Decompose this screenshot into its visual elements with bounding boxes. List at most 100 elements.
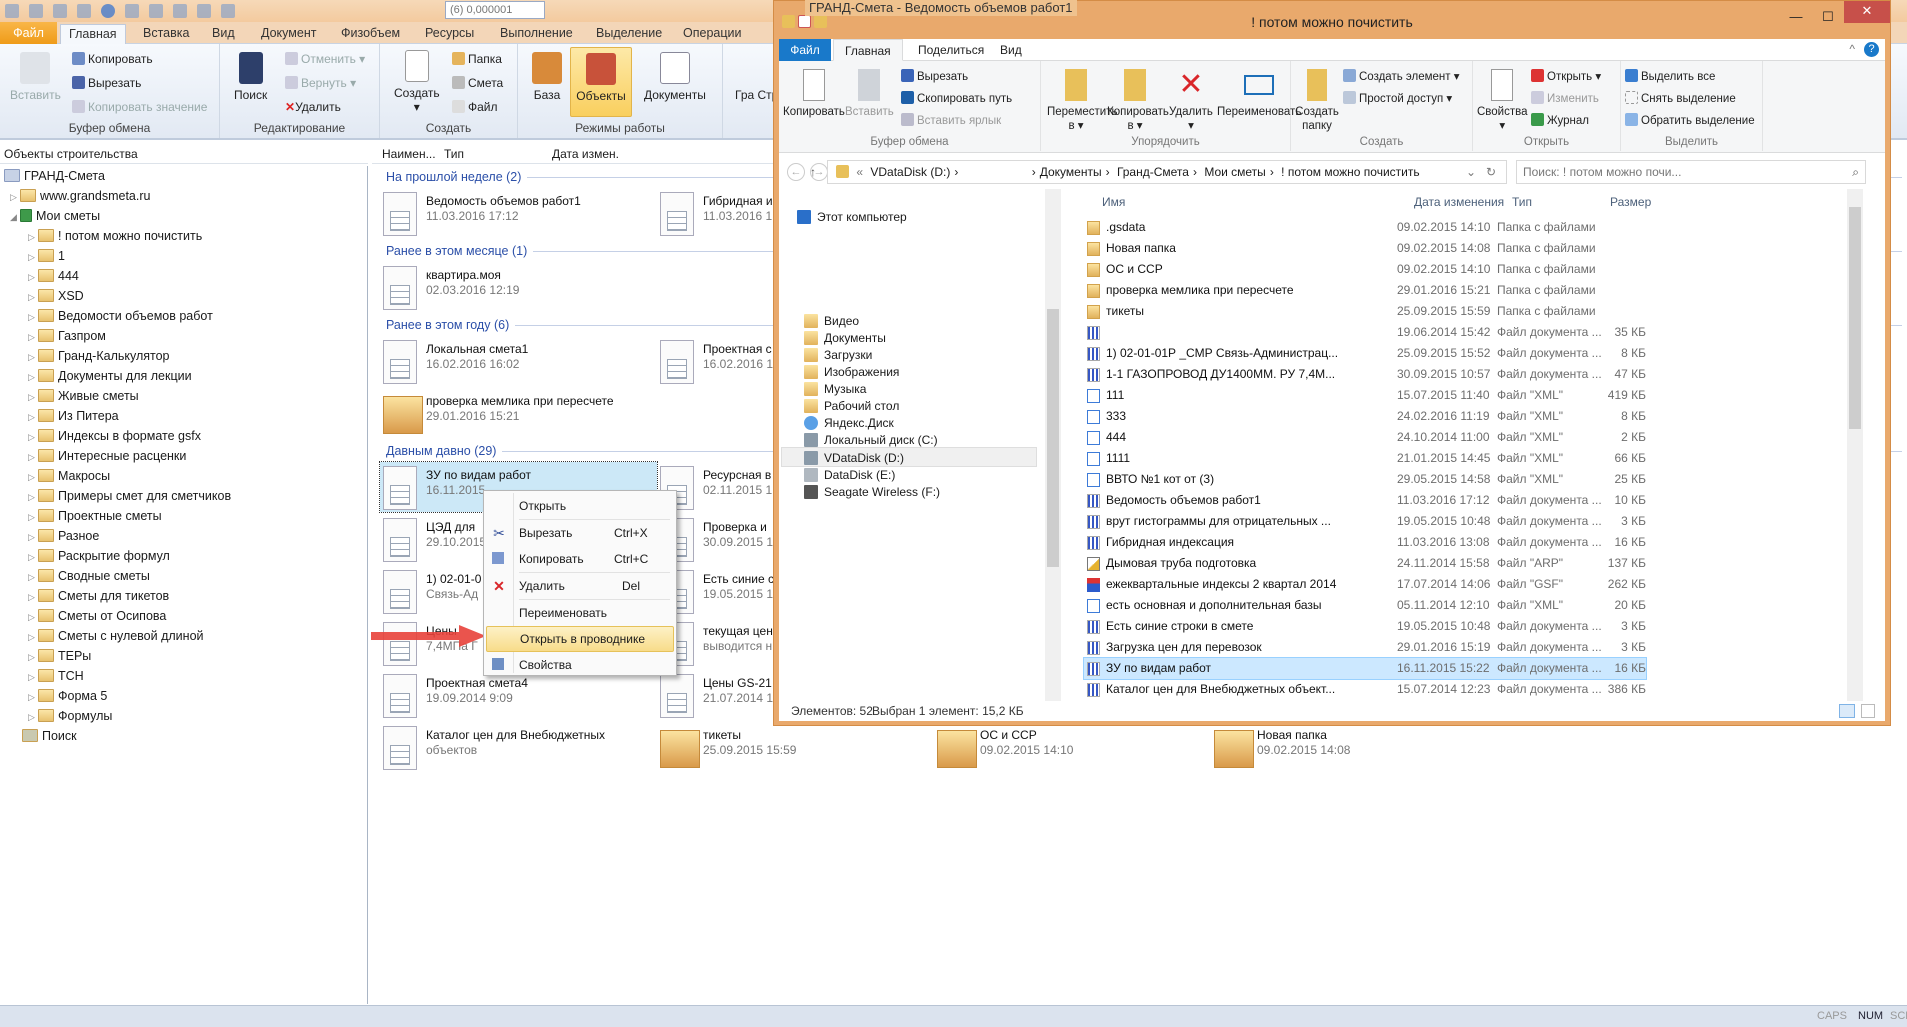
file-list-scroll-thumb[interactable]: [1849, 207, 1861, 429]
expand-icon[interactable]: ▷: [28, 707, 38, 727]
partial-ribbon-button[interactable]: Гра Строй: [735, 88, 775, 102]
document-item[interactable]: квартира.моя 02.03.2016 12:19: [380, 262, 657, 312]
document-item[interactable]: тикеты 25.09.2015 15:59: [657, 722, 934, 772]
expand-icon[interactable]: ▷: [28, 307, 38, 327]
redo-icon[interactable]: [77, 4, 91, 18]
menu-delete[interactable]: ✕ Удалить Del: [486, 573, 674, 599]
file-row[interactable]: Загрузка цен для перевозок 29.01.2016 15…: [1084, 637, 1646, 658]
tab-share[interactable]: Поделиться: [907, 39, 995, 61]
document-item[interactable]: проверка мемлика при пересчете 29.01.2016…: [380, 388, 657, 438]
expand-icon[interactable]: ▷: [28, 527, 38, 547]
print-icon[interactable]: [221, 4, 235, 18]
file-row[interactable]: 1111 21.01.2015 14:45 Файл "XML" 66 КБ: [1084, 448, 1646, 469]
tree-item[interactable]: ▷ Макросы: [0, 466, 367, 486]
menu-cut[interactable]: ✂ Вырезать Ctrl+X: [486, 520, 674, 546]
tree-item[interactable]: ▷ Документы для лекции: [0, 366, 367, 386]
expand-icon[interactable]: ▷: [28, 647, 38, 667]
file-row[interactable]: ОС и ССР 09.02.2015 14:10 Папка с файлам…: [1084, 259, 1646, 280]
minimize-button[interactable]: —: [1780, 7, 1812, 29]
tab-file[interactable]: Файл: [0, 22, 57, 44]
tab-insert[interactable]: Вставка: [135, 24, 197, 44]
tree-item-my-estimates[interactable]: ◢ Мои сметы: [0, 206, 367, 226]
search-icon[interactable]: ⌕: [1852, 161, 1859, 183]
select-none-button[interactable]: Снять выделение: [1625, 91, 1736, 105]
tree-root[interactable]: ГРАНД-Смета: [0, 166, 367, 186]
document-item[interactable]: ОС и ССР 09.02.2015 14:10: [934, 722, 1211, 772]
menu-open-in-explorer[interactable]: Открыть в проводнике: [486, 626, 674, 652]
undo-button[interactable]: Отменить ▾: [285, 52, 365, 66]
close-button[interactable]: ✕: [1844, 1, 1890, 23]
tree-item[interactable]: ▷ ТСН: [0, 666, 367, 686]
up-icon[interactable]: ↑: [810, 161, 816, 183]
address-bar[interactable]: ↑ « VDataDisk (D:) › › Документы › Гранд-См…: [810, 160, 1507, 184]
undo-icon[interactable]: [53, 4, 67, 18]
tree-item[interactable]: ▷ Сводные сметы: [0, 566, 367, 586]
edit-button[interactable]: Изменить: [1531, 91, 1599, 105]
expand-icon[interactable]: ▷: [28, 587, 38, 607]
move-to-button[interactable]: Переместить в ▾: [1047, 69, 1117, 133]
expand-icon[interactable]: ▷: [28, 627, 38, 647]
rename-button[interactable]: Переименовать: [1217, 69, 1301, 119]
tree-item-search[interactable]: Поиск: [0, 726, 367, 746]
document-item[interactable]: Каталог цен для Внебюджетных объектов: [380, 722, 657, 772]
file-row[interactable]: ВВТО №1 кот от (3) 29.05.2015 14:58 Файл…: [1084, 469, 1646, 490]
copy-icon[interactable]: [149, 4, 163, 18]
file-row[interactable]: врут гистограммы для отрицательных ... 1…: [1084, 511, 1646, 532]
precision-combo[interactable]: (6) 0,000001: [445, 1, 545, 19]
tab-home[interactable]: Главная: [833, 39, 903, 61]
breadcrumb-documents[interactable]: Документы: [1040, 165, 1102, 179]
new-estimate-button[interactable]: Смета: [452, 76, 503, 90]
breadcrumb-grand-smeta[interactable]: Гранд-Смета: [1117, 165, 1189, 179]
expand-icon[interactable]: ▷: [28, 547, 38, 567]
file-row[interactable]: Каталог цен для Внебюджетных объект... 1…: [1084, 679, 1646, 700]
tree-item[interactable]: ▷ XSD: [0, 286, 367, 306]
tree-item[interactable]: ▷ Интересные расценки: [0, 446, 367, 466]
file-row[interactable]: 1-1 ГАЗОПРОВОД ДУ1400ММ. РУ 7,4М... 30.0…: [1084, 364, 1646, 385]
file-row[interactable]: Есть синие строки в смете 19.05.2015 10:…: [1084, 616, 1646, 637]
new-folder-button[interactable]: Папка: [452, 52, 502, 66]
breadcrumb-my-estimates[interactable]: Мои сметы: [1204, 165, 1266, 179]
back-icon[interactable]: [101, 4, 115, 18]
menu-copy[interactable]: Копировать Ctrl+C: [486, 546, 674, 572]
tree-item[interactable]: ▷ Раскрытие формул: [0, 546, 367, 566]
expand-icon[interactable]: ▷: [28, 427, 38, 447]
file-row[interactable]: .gsdata 09.02.2015 14:10 Папка с файлами: [1084, 217, 1646, 238]
column-size[interactable]: Размер: [1610, 195, 1651, 209]
documents-button[interactable]: Документы: [644, 52, 706, 102]
maximize-button[interactable]: ☐: [1812, 7, 1844, 29]
tree-item[interactable]: ▷ Индексы в формате gsfx: [0, 426, 367, 446]
properties-button[interactable]: Свойства ▾: [1477, 69, 1528, 133]
tree-item[interactable]: ▷ ТЕРы: [0, 646, 367, 666]
nav-this-pc[interactable]: Этот компьютер: [797, 207, 907, 227]
search-icon[interactable]: [197, 4, 211, 18]
cut-button[interactable]: Вырезать: [901, 69, 968, 83]
file-row[interactable]: Дымовая труба подготовка 24.11.2014 15:5…: [1084, 553, 1646, 574]
document-item[interactable]: Локальная смета1 16.02.2016 16:02: [380, 336, 657, 386]
file-row[interactable]: 111 15.07.2015 11:40 Файл "XML" 419 КБ: [1084, 385, 1646, 406]
file-row[interactable]: есть основная и дополнительная базы 05.1…: [1084, 595, 1646, 616]
tree-item[interactable]: ▷ Сметы с нулевой длиной: [0, 626, 367, 646]
menu-properties[interactable]: Свойства: [486, 652, 674, 678]
search-button[interactable]: Поиск: [234, 52, 267, 102]
base-button[interactable]: База: [532, 52, 562, 102]
paste-shortcut-button[interactable]: Вставить ярлык: [901, 113, 1001, 127]
cut-button[interactable]: Вырезать: [72, 76, 141, 90]
address-dropdown-icon[interactable]: ⌄: [1466, 161, 1476, 183]
expand-icon[interactable]: ▷: [28, 347, 38, 367]
delete-button[interactable]: ✕Удалить: [285, 100, 341, 114]
tree-item[interactable]: ▷ Ведомости объемов работ: [0, 306, 367, 326]
expand-icon[interactable]: ▷: [28, 387, 38, 407]
collapse-icon[interactable]: ◢: [10, 207, 20, 227]
file-row[interactable]: 333 24.02.2016 11:19 Файл "XML" 8 КБ: [1084, 406, 1646, 427]
file-row[interactable]: 19.06.2014 15:42 Файл документа ... 35 К…: [1084, 322, 1646, 343]
tree-item[interactable]: ▷ 444: [0, 266, 367, 286]
file-row[interactable]: 444 24.10.2014 11:00 Файл "XML" 2 КБ: [1084, 427, 1646, 448]
collapse-ribbon-icon[interactable]: ^: [1849, 42, 1855, 56]
new-item-button[interactable]: Создать элемент ▾: [1343, 69, 1460, 83]
copy-to-button[interactable]: Копировать в ▾: [1107, 69, 1169, 133]
expand-icon[interactable]: ▷: [28, 687, 38, 707]
objects-button[interactable]: Объекты: [570, 47, 632, 117]
expand-icon[interactable]: ▷: [28, 407, 38, 427]
column-type[interactable]: Тип: [1512, 195, 1532, 209]
expand-icon[interactable]: ▷: [28, 507, 38, 527]
